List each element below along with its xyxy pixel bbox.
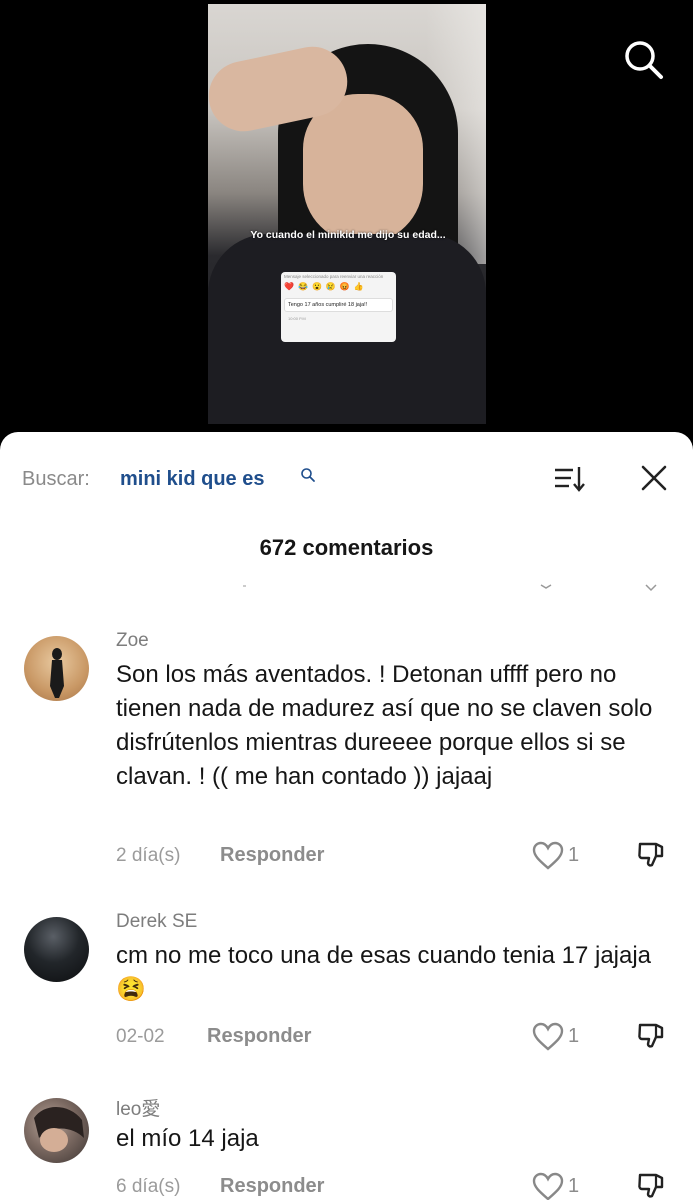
comments-header: Buscar: mini kid que es [0,432,693,522]
avatar-silhouette [50,648,64,698]
comment-username[interactable]: Zoe [116,630,149,652]
search-label: Buscar: [22,468,90,490]
like-count: 1 [568,844,580,866]
video-caption: Yo cuando el minikid me dijo su edad... [250,229,446,241]
video-area: Yo cuando el minikid me dijo su edad... … [0,0,693,440]
card-emoji: 😡 [339,282,350,291]
search-button[interactable] [621,37,665,81]
comment-text: cm no me toco una de esas cuando tenia 1… [116,942,652,1003]
heart-icon[interactable] [532,1172,564,1200]
card-emoji: 😮 [311,282,322,291]
sort-icon [555,467,585,492]
avatar-hair [34,1106,84,1152]
comment-date: 2 día(s) [116,845,181,866]
video-message-card: Mensaje seleccionado para reenviar una r… [281,272,396,342]
dislike-icon[interactable] [636,838,668,870]
like-count: 1 [568,1025,580,1047]
heart-icon[interactable] [532,1022,564,1052]
card-emoji: ❤️ [284,282,294,291]
reply-button[interactable]: Responder [220,844,324,867]
close-icon [641,465,667,491]
reply-button[interactable]: Responder [207,1025,311,1048]
heart-icon[interactable] [532,841,564,871]
comments-count: 672 comentarios [259,535,434,560]
comment-item: leo愛 el mío 14 jaja 6 día(s) Responder 1 [0,1094,693,1200]
comment-item: Zoe Son los más aventados. ! Detonan uff… [0,630,693,890]
video-person-face [303,94,423,244]
card-emoji: 👍 [353,282,364,291]
comment-date: 6 día(s) [116,1176,181,1197]
card-time: 10:00 P.M [288,316,306,321]
comment-date: 02-02 [116,1026,165,1047]
reply-button[interactable]: Responder [220,1175,324,1198]
dislike-icon[interactable] [636,1019,668,1051]
comment-text: Son los más aventados. ! Detonan uffff p… [116,661,653,790]
close-button[interactable] [638,462,670,494]
card-emoji: 😢 [325,282,336,291]
comment-item: Derek SE cm no me toco una de esas cuand… [0,911,693,1071]
card-emoji-row: ❤️ 😂 😮 😢 😡 👍 [284,282,393,292]
video-thumbnail[interactable]: Yo cuando el minikid me dijo su edad... … [208,4,486,424]
comment-username[interactable]: Derek SE [116,911,197,933]
search-query-icon [301,468,315,482]
search-query-link[interactable]: mini kid que es [120,468,264,491]
search-icon [625,41,663,79]
avatar[interactable] [24,636,89,701]
sort-button[interactable] [553,464,587,494]
card-hint: Mensaje seleccionado para reenviar una r… [284,274,384,279]
dislike-icon[interactable] [636,1169,668,1200]
clipped-previous-row [243,584,657,592]
avatar[interactable] [24,917,89,982]
comments-sheet: Buscar: mini kid que es 672 comentarios [0,432,693,1200]
comment-text: el mío 14 jaja [116,1125,259,1152]
avatar[interactable] [24,1098,89,1163]
card-message: Tengo 17 años cumpliré 18 jaja!! [284,298,393,312]
comment-username[interactable]: leo愛 [116,1094,160,1121]
card-emoji: 😂 [297,282,308,291]
like-count: 1 [568,1175,580,1197]
